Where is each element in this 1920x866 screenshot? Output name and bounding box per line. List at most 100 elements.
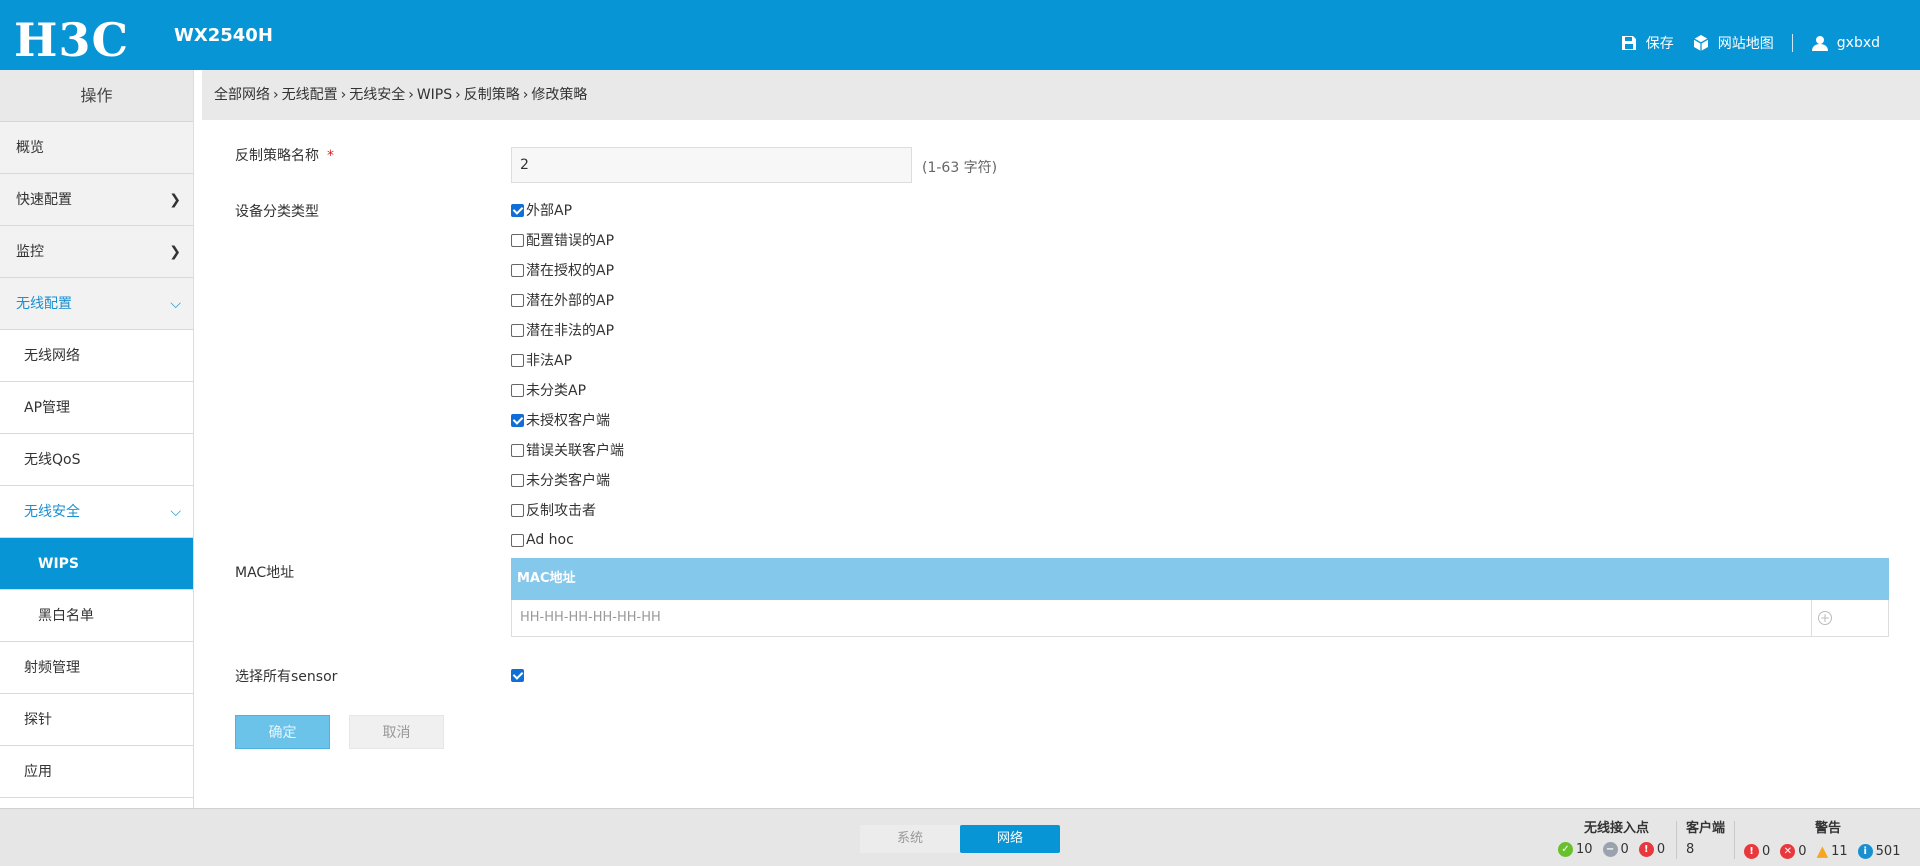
chevron-down-icon: ⌵ — [170, 504, 181, 520]
option-label: 外部AP — [526, 203, 573, 219]
policy-name-label: 反制策略名称 * — [235, 145, 334, 165]
checkbox[interactable] — [511, 443, 524, 457]
checkbox[interactable] — [511, 323, 524, 337]
header-actions: 保存 网站地图 gxbxd — [1602, 33, 1880, 53]
checkbox[interactable] — [511, 668, 524, 682]
checkbox[interactable] — [511, 533, 524, 547]
device-type-label: 设备分类类型 — [235, 204, 319, 220]
add-row-button[interactable]: + — [1812, 600, 1888, 636]
user-name: gxbxd — [1836, 35, 1880, 51]
breadcrumb-all-network[interactable]: 全部网络 — [214, 87, 270, 103]
device-type-option[interactable]: 非法AP — [511, 351, 572, 369]
device-type-option[interactable]: 未授权客户端 — [511, 411, 610, 429]
chevron-down-icon: ⌵ — [170, 296, 181, 312]
mac-address-input[interactable]: HH-HH-HH-HH-HH-HH — [512, 600, 1812, 636]
sidebar-item-label: 黑白名单 — [38, 608, 94, 624]
checkbox[interactable] — [511, 473, 524, 487]
ap-offline-count: 0 — [1620, 842, 1629, 857]
breadcrumb-countermeasure-policy[interactable]: 反制策略 — [464, 87, 520, 103]
client-status-title: 客户端 — [1686, 821, 1726, 836]
device-type-option[interactable]: 外部AP — [511, 201, 572, 219]
sidebar-item-radio-management[interactable]: 射频管理 — [0, 642, 193, 694]
option-label: 配置错误的AP — [526, 233, 615, 249]
sidebar-item-label: 监控 — [16, 244, 44, 260]
table-row: HH-HH-HH-HH-HH-HH + — [511, 600, 1889, 637]
chevron-right-icon: ❯ — [169, 244, 181, 260]
device-type-option[interactable]: 未分类AP — [511, 381, 586, 399]
h3c-logo: H3C — [14, 13, 130, 67]
breadcrumb-wireless-config[interactable]: 无线配置 — [282, 87, 338, 103]
device-type-option[interactable]: 未分类客户端 — [511, 471, 610, 489]
device-type-option[interactable]: 错误关联客户端 — [511, 441, 624, 459]
sitemap-button[interactable]: 网站地图 — [1692, 33, 1774, 53]
device-type-option[interactable]: 反制攻击者 — [511, 501, 596, 519]
checkbox[interactable] — [511, 383, 524, 397]
tab-network[interactable]: 网络 — [960, 825, 1060, 853]
alarm-info-count: 501 — [1875, 843, 1901, 859]
device-type-option[interactable]: Ad hoc — [511, 531, 574, 549]
breadcrumb-edit-policy: 修改策略 — [531, 87, 588, 103]
cube-icon — [1693, 35, 1709, 51]
sidebar-item-overview[interactable]: 概览 — [0, 122, 193, 174]
option-label: 未授权客户端 — [526, 413, 610, 429]
sidebar-item-probe[interactable]: 探针 — [0, 694, 193, 746]
chevron-right-icon: › — [340, 87, 347, 103]
alarm-warning-count: 11 — [1831, 843, 1848, 859]
sidebar-item-wireless-config[interactable]: 无线配置 ⌵ — [0, 278, 193, 330]
option-label: 非法AP — [526, 353, 573, 369]
top-header: H3C WX2540H 保存 网站地图 gxbxd — [0, 0, 1920, 70]
tab-system[interactable]: 系统 — [860, 825, 960, 853]
device-type-option[interactable]: 潜在外部的AP — [511, 291, 614, 309]
sidebar-item-quick-config[interactable]: 快速配置 ❯ — [0, 174, 193, 226]
checkbox[interactable] — [511, 203, 524, 217]
sidebar-item-label: 应用 — [24, 764, 52, 780]
sitemap-label: 网站地图 — [1717, 36, 1774, 52]
user-icon — [1811, 36, 1828, 51]
option-label: Ad hoc — [526, 532, 574, 548]
client-status-group[interactable]: 客户端 8 — [1686, 817, 1725, 857]
mac-address-label: MAC地址 — [235, 565, 295, 581]
confirm-button[interactable]: 确定 — [235, 715, 330, 749]
checkbox[interactable] — [511, 353, 524, 367]
checkbox[interactable] — [511, 263, 524, 277]
device-type-option[interactable]: 潜在授权的AP — [511, 261, 614, 279]
sidebar-item-wireless-security[interactable]: 无线安全 ⌵ — [0, 486, 193, 538]
chevron-right-icon: › — [408, 87, 414, 103]
ap-status-title: 无线接入点 — [1584, 821, 1650, 836]
sidebar-item-wips[interactable]: WIPS — [0, 538, 193, 590]
checkbox[interactable] — [511, 413, 524, 427]
footer-divider — [1734, 821, 1735, 859]
sidebar-item-monitor[interactable]: 监控 ❯ — [0, 226, 193, 278]
user-menu[interactable]: gxbxd — [1811, 34, 1880, 52]
policy-name-hint: (1-63 字符) — [922, 160, 998, 176]
sidebar-item-ap-management[interactable]: AP管理 — [0, 382, 193, 434]
checkbox[interactable] — [511, 503, 524, 517]
option-label: 错误关联客户端 — [526, 443, 624, 459]
breadcrumb-wips[interactable]: WIPS — [417, 87, 452, 103]
device-type-option[interactable]: 配置错误的AP — [511, 231, 614, 249]
alarm-status-title: 警告 — [1814, 821, 1841, 836]
select-all-sensor-option[interactable] — [511, 666, 526, 684]
option-label: 潜在外部的AP — [526, 293, 615, 309]
save-button[interactable]: 保存 — [1620, 33, 1674, 53]
cancel-button[interactable]: 取消 — [349, 715, 444, 749]
chevron-right-icon: › — [522, 87, 529, 103]
policy-name-input[interactable]: 2 — [511, 147, 912, 183]
sidebar-item-label: 无线QoS — [24, 452, 81, 468]
sidebar-item-wireless-qos[interactable]: 无线QoS — [0, 434, 193, 486]
sidebar-item-wireless-network[interactable]: 无线网络 — [0, 330, 193, 382]
checkbox[interactable] — [511, 233, 524, 247]
ap-status-group[interactable]: 无线接入点 ✓ 10 −0 ! 0 — [1558, 817, 1675, 857]
checkbox[interactable] — [511, 293, 524, 307]
minus-icon: − — [1602, 842, 1618, 857]
required-mark: * — [327, 148, 334, 164]
sidebar-item-application[interactable]: 应用 — [0, 746, 193, 798]
alarm-status-group[interactable]: 警告 ! 0 ✕ 0 ▲ 11 i 501 — [1744, 817, 1912, 860]
device-type-option[interactable]: 潜在非法的AP — [511, 321, 614, 339]
chevron-right-icon: › — [455, 87, 461, 103]
alarm-major-count: 0 — [1798, 843, 1807, 859]
sidebar-item-label: AP管理 — [24, 400, 71, 416]
sidebar-item-black-white-list[interactable]: 黑白名单 — [0, 590, 193, 642]
option-label: 潜在非法的AP — [526, 323, 615, 339]
breadcrumb-wireless-security[interactable]: 无线安全 — [349, 87, 405, 103]
